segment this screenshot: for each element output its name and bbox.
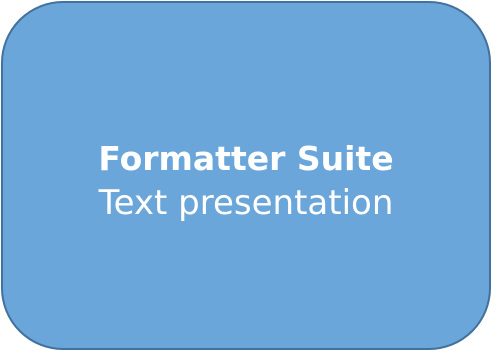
box-title: Formatter Suite (98, 138, 394, 178)
box-subtitle: Text presentation (98, 182, 394, 223)
formatter-suite-box: Formatter Suite Text presentation (1, 1, 491, 350)
